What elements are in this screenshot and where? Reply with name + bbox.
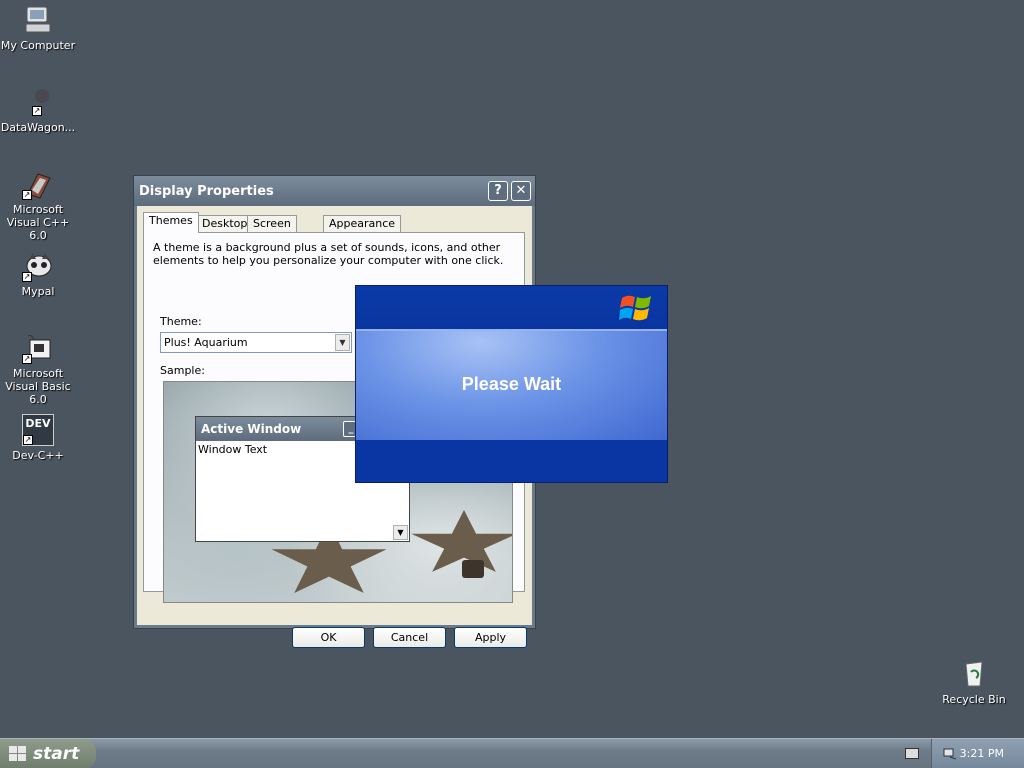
windows-flag-icon [619,295,651,321]
sample-label: Sample: [160,364,205,377]
starfish-image [411,510,512,572]
desktop-icon-label: Microsoft Visual C++ 6.0 [6,203,70,242]
desktop-icon-devcpp[interactable]: DEV ↗ Dev-C++ [0,414,78,462]
ok-button[interactable]: OK [292,627,365,648]
tab-desktop[interactable]: Desktop [196,215,254,232]
start-button[interactable]: start [0,739,96,768]
theme-select[interactable]: Plus! Aquarium ▼ [160,332,352,353]
desktop-icon-label: My Computer [0,39,76,52]
datawagon-icon: ↗ [22,86,54,118]
help-button[interactable]: ? [488,181,508,201]
keyboard-icon[interactable] [905,748,919,759]
desktop-icon-recycle-bin[interactable]: Recycle Bin [934,658,1014,706]
desktop-icon-label: DataWagon... [0,121,76,134]
theme-label: Theme: [160,315,202,328]
windows-flag-icon [9,746,26,761]
system-tray: 3:21 PM [931,739,1024,768]
tab-themes[interactable]: Themes [143,212,199,233]
visual-basic-icon: ↗ [22,332,54,364]
devcpp-icon: DEV ↗ [22,414,54,446]
close-button[interactable]: ✕ [511,181,531,201]
computer-icon [22,4,54,36]
treasure-chest-image [462,560,484,578]
window-title: Display Properties [139,184,274,199]
desktop-icon-visual-basic[interactable]: ↗ Microsoft Visual Basic 6.0 [0,332,78,406]
please-wait-splash: Please Wait [355,285,668,483]
network-icon[interactable] [942,745,958,761]
apply-button[interactable]: Apply [454,627,527,648]
chevron-down-icon[interactable]: ▼ [335,334,350,351]
desktop-icon-mypal[interactable]: ↗ Mypal [0,250,78,298]
start-label: start [33,744,80,764]
visual-cpp-icon: ↗ [22,168,54,200]
desktop-icon-label: Mypal [21,285,55,298]
desktop-icon-my-computer[interactable]: My Computer [0,4,78,52]
cancel-button[interactable]: Cancel [373,627,446,648]
clock[interactable]: 3:21 PM [960,747,1004,760]
please-wait-message: Please Wait [461,374,562,394]
theme-select-value: Plus! Aquarium [164,336,248,349]
desktop-icon-label: Recycle Bin [942,693,1006,706]
theme-description: A theme is a background plus a set of so… [153,241,504,267]
desktop-icon-visual-cpp[interactable]: ↗ Microsoft Visual C++ 6.0 [0,168,78,242]
scroll-down-icon: ▼ [393,525,408,540]
splash-bottom-band [356,440,667,482]
devcpp-badge: DEV [25,417,51,430]
recycle-bin-icon [958,658,990,690]
tab-appearance[interactable]: Appearance [323,215,402,232]
desktop-icon-datawagon[interactable]: ↗ DataWagon... [0,86,78,134]
taskbar: start 3:21 PM [0,738,1024,768]
sample-window-title-text: Active Window [201,422,302,436]
title-bar[interactable]: Display Properties ? ✕ [134,176,535,206]
desktop-icon-label: Microsoft Visual Basic 6.0 [5,367,71,406]
desktop-icon-label: Dev-C++ [12,449,64,462]
tab-screen-saver[interactable]: Screen Saver [247,215,297,246]
mypal-icon: ↗ [22,250,54,282]
